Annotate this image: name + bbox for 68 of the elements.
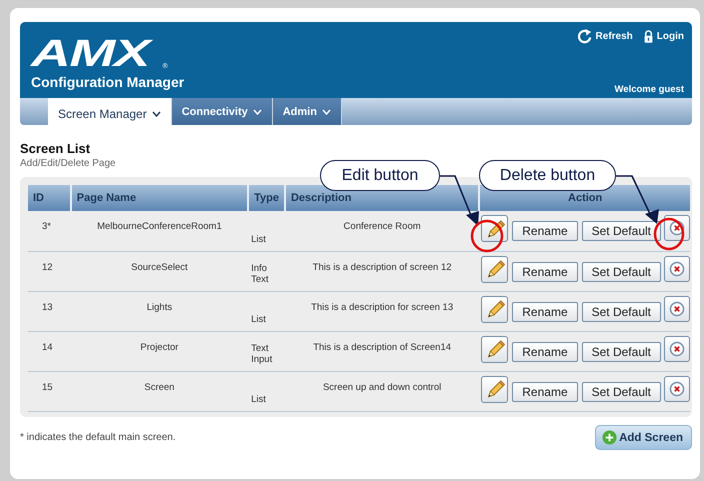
action-button[interactable]: Rename	[512, 302, 578, 322]
table-cell: List	[248, 291, 285, 331]
action-button[interactable]: Set Default	[582, 262, 661, 282]
action-button[interactable]: Rename	[512, 262, 578, 282]
delete-button[interactable]	[664, 296, 690, 322]
edit-button[interactable]	[481, 256, 508, 282]
close-icon	[669, 220, 685, 236]
table-cell: 12	[28, 251, 71, 291]
delete-button[interactable]	[664, 256, 690, 282]
refresh-link[interactable]: Refresh	[578, 29, 633, 44]
caret-icon	[252, 108, 262, 116]
add-screen-button[interactable]: Add Screen	[595, 425, 692, 450]
action-button[interactable]: Set Default	[582, 302, 661, 322]
action-button[interactable]: Set Default	[582, 342, 661, 362]
refresh-icon	[578, 29, 593, 44]
table-cell: List	[248, 211, 285, 251]
close-icon	[669, 380, 685, 396]
table-cell: Projector	[70, 331, 248, 371]
edit-button[interactable]	[481, 296, 508, 322]
delete-button[interactable]	[664, 376, 690, 402]
close-icon	[669, 260, 685, 276]
table-cell: This is a description of Screen14	[284, 331, 480, 371]
nav-tab[interactable]: Connectivity	[172, 98, 273, 125]
column-header: Type	[248, 185, 285, 211]
callout-arrow	[616, 175, 659, 224]
caret-icon	[322, 108, 331, 116]
edit-button[interactable]	[481, 336, 508, 362]
action-button[interactable]: Rename	[512, 342, 578, 362]
footnote: * indicates the default main screen.	[20, 432, 176, 443]
page-subtitle: Add/Edit/Delete Page	[20, 158, 117, 169]
delete-button[interactable]	[664, 336, 690, 362]
nav-tab[interactable]: Admin	[272, 98, 342, 125]
table-cell: MelbourneConferenceRoom1	[70, 211, 248, 251]
action-button[interactable]: Rename	[512, 221, 578, 241]
table-cell: This is a description for screen 13	[284, 291, 480, 331]
close-icon	[669, 300, 685, 316]
plus-icon	[602, 430, 618, 445]
column-header: Page Name	[70, 185, 248, 211]
table-cell: Screen	[70, 371, 248, 411]
login-link[interactable]: Login	[642, 29, 684, 44]
page-title: Screen List	[20, 141, 92, 156]
close-icon	[669, 340, 685, 356]
highlight-circle	[470, 220, 504, 252]
table-cell: Info Text	[248, 251, 285, 291]
app-title: Configuration Manager	[31, 74, 184, 90]
table-cell: Text Input	[248, 331, 285, 371]
action-button[interactable]: Set Default	[582, 382, 661, 402]
table-cell: Lights	[70, 291, 248, 331]
column-header: ID	[28, 185, 71, 211]
edit-button[interactable]	[481, 376, 508, 402]
table-cell: 13	[28, 291, 71, 331]
callout-arrow	[440, 175, 479, 226]
table-cell: SourceSelect	[70, 251, 248, 291]
action-button[interactable]: Rename	[512, 382, 578, 402]
table-cell: Screen up and down control	[284, 371, 480, 411]
callout-bubble: Delete button	[479, 160, 616, 191]
nav-tab[interactable]: Screen Manager	[48, 98, 172, 125]
caret-icon	[152, 110, 161, 118]
table-cell: 3*	[28, 211, 71, 251]
table-cell: 15	[28, 371, 71, 411]
lock-icon	[642, 29, 654, 44]
callout-bubble: Edit button	[320, 160, 440, 191]
action-button[interactable]: Set Default	[582, 221, 661, 241]
table-cell: List	[248, 371, 285, 411]
table-cell: 14	[28, 331, 71, 371]
welcome-text: Welcome guest	[614, 84, 684, 95]
table-cell: This is a description of screen 12	[284, 251, 480, 291]
highlight-circle	[654, 218, 684, 250]
